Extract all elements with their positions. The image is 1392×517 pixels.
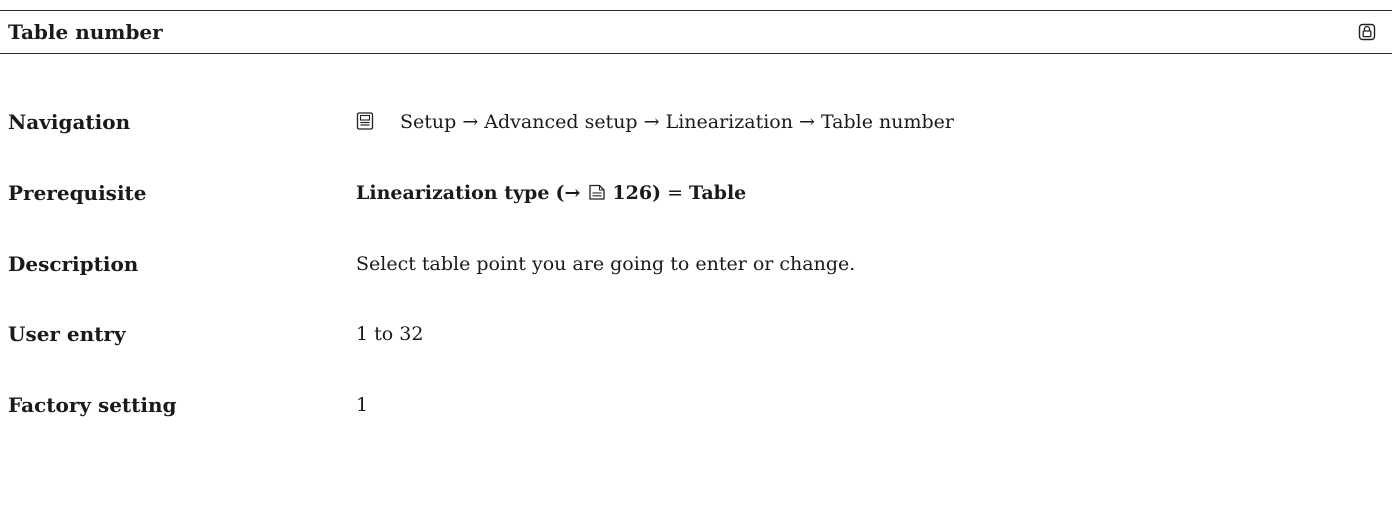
factory-setting-row: Factory setting 1 <box>8 390 1378 420</box>
navigation-value: Setup → Advanced setup → Linearization →… <box>356 107 954 137</box>
prerequisite-page[interactable]: 126) <box>612 182 661 204</box>
page-ref-icon[interactable] <box>588 183 606 201</box>
navigation-path: Setup → Advanced setup → Linearization →… <box>400 111 955 133</box>
prerequisite-value: Linearization type (→ 126) = Table <box>356 178 746 208</box>
navigation-label: Navigation <box>8 110 131 134</box>
user-entry-row: User entry 1 to 32 <box>8 319 1378 349</box>
prerequisite-open: (→ <box>555 182 581 204</box>
prerequisite-label: Prerequisite <box>8 181 147 205</box>
prerequisite-equals: = <box>667 182 683 204</box>
prerequisite-row: Prerequisite Linearization type (→ 126) … <box>8 178 1378 208</box>
factory-setting-label: Factory setting <box>8 393 177 417</box>
navigation-row: Navigation Setup → Advanced setup → Line… <box>8 107 1378 137</box>
parameter-header: Table number <box>0 10 1392 54</box>
prerequisite-option: Table <box>689 182 747 204</box>
parameter-title: Table number <box>8 20 163 44</box>
description-value: Select table point you are going to ente… <box>356 253 856 275</box>
menu-icon <box>356 112 374 130</box>
description-label: Description <box>8 252 139 276</box>
factory-setting-value: 1 <box>356 394 369 416</box>
prerequisite-parameter: Linearization type <box>356 182 550 204</box>
lock-icon <box>1358 23 1376 41</box>
user-entry-label: User entry <box>8 322 126 346</box>
user-entry-value: 1 to 32 <box>356 323 424 345</box>
description-row: Description Select table point you are g… <box>8 249 1378 279</box>
